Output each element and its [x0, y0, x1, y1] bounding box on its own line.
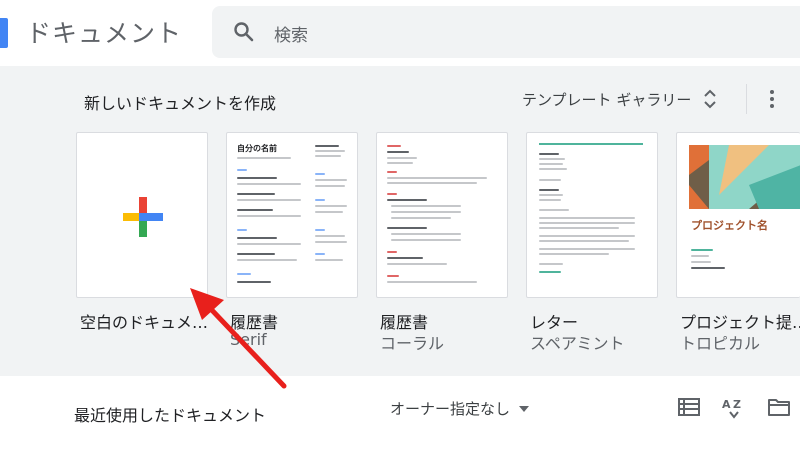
- owner-filter-dropdown[interactable]: オーナー指定なし: [390, 398, 530, 419]
- search-bar[interactable]: 検索: [212, 6, 800, 58]
- template-gallery-label[interactable]: テンプレート ギャラリー: [522, 89, 691, 110]
- plus-icon: [123, 197, 163, 237]
- search-input[interactable]: 検索: [274, 21, 308, 46]
- owner-filter-label[interactable]: オーナー指定なし: [390, 398, 510, 419]
- dropdown-arrow-icon[interactable]: [518, 405, 530, 413]
- more-vert-icon[interactable]: [766, 88, 778, 112]
- template-subtitle: スペアミント: [530, 334, 625, 353]
- top-bar: ドキュメント 検索: [0, 0, 800, 66]
- app-title[interactable]: ドキュメント: [26, 14, 182, 50]
- recent-documents-bar: 最近使用したドキュメント オーナー指定なし A Z: [0, 376, 800, 450]
- thumbnail-heading: プロジェクト名: [691, 219, 768, 232]
- svg-text:A: A: [722, 398, 731, 411]
- template-resume-serif-thumbnail[interactable]: 自分の名前: [226, 132, 358, 298]
- thumbnail-heading: 自分の名前: [237, 144, 277, 153]
- new-document-heading: 新しいドキュメントを作成: [84, 94, 277, 113]
- list-view-icon[interactable]: [676, 394, 702, 420]
- toolbar-divider: [746, 84, 747, 114]
- template-gallery-toggle[interactable]: テンプレート ギャラリー: [522, 88, 717, 110]
- template-subtitle: コーラル: [380, 334, 445, 353]
- search-icon[interactable]: [232, 20, 256, 44]
- template-subtitle: トロピカル: [680, 334, 761, 353]
- template-resume-coral-thumbnail[interactable]: [376, 132, 508, 298]
- template-letter-spearmint-thumbnail[interactable]: [526, 132, 658, 298]
- template-project-tropical-thumbnail[interactable]: プロジェクト名: [676, 132, 800, 298]
- annotation-arrow: [190, 288, 287, 389]
- recent-documents-heading: 最近使用したドキュメント: [74, 406, 267, 425]
- svg-text:Z: Z: [733, 398, 741, 411]
- unfold-more-icon[interactable]: [703, 88, 717, 110]
- docs-logo-icon[interactable]: [0, 18, 8, 48]
- template-blank-thumbnail[interactable]: [76, 132, 208, 298]
- sort-az-icon[interactable]: A Z: [721, 394, 747, 420]
- template-gallery: 新しいドキュメントを作成 テンプレート ギャラリー 空白のドキュメ… 自分の名前: [0, 66, 800, 376]
- folder-icon[interactable]: [766, 394, 792, 420]
- tropical-graphic: [689, 145, 800, 209]
